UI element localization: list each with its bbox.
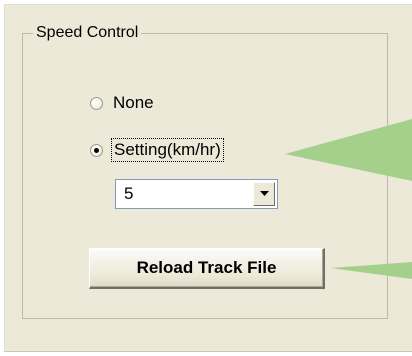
radio-setting-label[interactable]: Setting(km/hr): [111, 138, 224, 162]
radio-option-none[interactable]: None: [90, 92, 154, 114]
radio-none-label[interactable]: None: [113, 93, 154, 113]
speed-control-group-title: Speed Control: [33, 23, 142, 43]
chevron-down-icon: [259, 191, 269, 196]
speed-dropdown-value: 5: [124, 184, 134, 203]
radio-none-button[interactable]: [90, 96, 103, 110]
radio-option-setting[interactable]: Setting(km/hr): [90, 138, 224, 162]
speed-dropdown-button[interactable]: [253, 182, 275, 206]
reload-track-file-button[interactable]: Reload Track File: [89, 248, 325, 289]
speed-dropdown[interactable]: 5: [115, 179, 278, 209]
radio-setting-button[interactable]: [90, 143, 103, 157]
